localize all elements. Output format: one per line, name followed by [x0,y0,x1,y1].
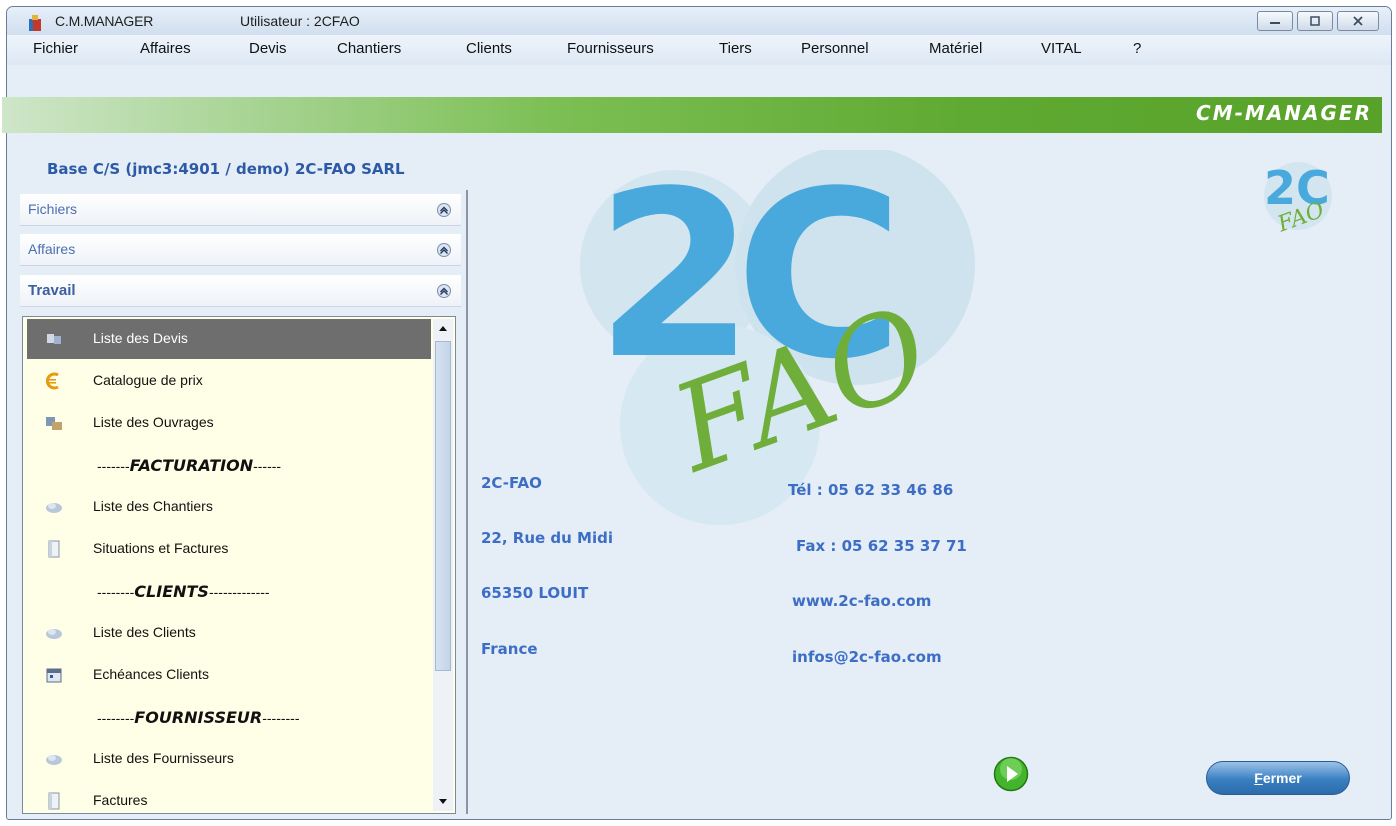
list-item-echeances-clients[interactable]: Echéances Clients [27,655,431,695]
list-item-factures[interactable]: Factures [27,781,431,813]
list-scrollbar[interactable] [433,319,453,811]
list-item-label: Factures [93,792,148,808]
section-travail[interactable]: Travail [20,275,461,307]
section-label: Affaires [28,241,76,257]
menu-vital[interactable]: VITAL [1041,40,1082,57]
invoice-icon [48,540,60,558]
list-item-label: Liste des Devis [93,330,188,346]
list-item-liste-des-clients[interactable]: Liste des Clients [27,613,431,653]
euro-icon [45,372,59,390]
menu-fournisseurs[interactable]: Fournisseurs [567,40,654,57]
sites-icon [46,503,62,513]
company-logo: 2C FAO [580,150,975,525]
list-item-situations-et-factures[interactable]: Situations et Factures [27,529,431,569]
list-item-label: Liste des Clients [93,624,196,640]
small-logo: 2C FAO [1264,161,1332,238]
menu-personnel[interactable]: Personnel [801,40,869,57]
section-label: Fichiers [28,201,78,217]
company-name: 2C-FAO [481,474,542,492]
separator-label: -------FACTURATION------ [97,456,282,475]
close-icon [1353,16,1363,26]
list-item-liste-des-ouvrages[interactable]: Liste des Ouvrages [27,403,431,443]
scroll-up-icon[interactable] [433,319,453,339]
window-title: C.M.MANAGER [55,13,154,29]
separator-facturation: -------FACTURATION------ [27,445,431,485]
separator-label: --------FOURNISSEUR-------- [97,708,300,727]
collapse-icon[interactable] [437,243,451,257]
app-icon [29,15,41,31]
menu-chantiers[interactable]: Chantiers [337,40,401,57]
collapse-icon[interactable] [437,284,451,298]
section-fichiers[interactable]: Fichiers [20,194,461,226]
list-item-label: Catalogue de prix [93,372,203,388]
company-email[interactable]: infos@2c-fao.com [792,648,942,666]
company-country: France [481,640,538,658]
list-item-label: Situations et Factures [93,540,229,556]
menu-clients[interactable]: Clients [466,40,512,57]
list-item-label: Echéances Clients [93,666,209,682]
company-website[interactable]: www.2c-fao.com [792,592,931,610]
scroll-down-icon[interactable] [433,791,453,811]
pane-splitter[interactable] [466,190,468,814]
company-fax: Fax : 05 62 35 37 71 [796,537,967,555]
separator-fournisseur: --------FOURNISSEUR-------- [27,697,431,737]
title-bar[interactable]: C.M.MANAGER Utilisateur : 2CFAO [7,7,1391,35]
section-affaires[interactable]: Affaires [20,234,461,266]
banner-title: CM-MANAGER [1196,101,1372,125]
list-item-liste-des-fournisseurs[interactable]: Liste des Fournisseurs [27,739,431,779]
maximize-button[interactable] [1297,11,1333,31]
fermer-button[interactable]: Fermer [1206,761,1350,795]
clients-icon [46,629,62,639]
menu-bar: Fichier Affaires Devis Chantiers Clients… [7,35,1391,65]
travail-list: Liste des Devis Catalogue de prix Liste … [22,316,456,814]
collapse-icon[interactable] [437,203,451,217]
brand-banner: CM-MANAGER [2,97,1382,133]
invoice-icon [48,792,60,810]
works-icon [46,417,62,430]
list-item-catalogue-de-prix[interactable]: Catalogue de prix [27,361,431,401]
suppliers-icon [46,755,62,765]
separator-clients: --------CLIENTS------------- [27,571,431,611]
menu-materiel[interactable]: Matériel [929,40,982,57]
list-item-liste-des-chantiers[interactable]: Liste des Chantiers [27,487,431,527]
list-item-liste-des-devis[interactable]: Liste des Devis [27,319,431,359]
maximize-icon [1310,16,1320,26]
calendar-icon [46,668,62,683]
user-label: Utilisateur : 2CFAO [240,13,360,29]
separator-label: --------CLIENTS------------- [97,582,270,601]
company-phone: Tél : 05 62 33 46 86 [788,481,954,499]
list-item-label: Liste des Fournisseurs [93,750,234,766]
menu-devis[interactable]: Devis [249,40,287,57]
close-window-button[interactable] [1337,11,1379,31]
menu-tiers[interactable]: Tiers [719,40,752,57]
list-item-label: Liste des Chantiers [93,498,213,514]
menu-help[interactable]: ? [1133,40,1141,57]
quotes-list-icon [47,334,61,344]
company-street: 22, Rue du Midi [481,529,614,547]
list-item-label: Liste des Ouvrages [93,414,214,430]
play-button[interactable] [993,756,1029,792]
section-label: Travail [28,282,76,299]
minimize-icon [1270,22,1280,24]
menu-affaires[interactable]: Affaires [140,40,191,57]
minimize-button[interactable] [1257,11,1293,31]
scroll-thumb[interactable] [435,341,451,671]
menu-fichier[interactable]: Fichier [33,40,78,57]
company-city: 65350 LOUIT [481,584,589,602]
database-label: Base C/S (jmc3:4901 / demo) 2C-FAO SARL [47,160,405,178]
